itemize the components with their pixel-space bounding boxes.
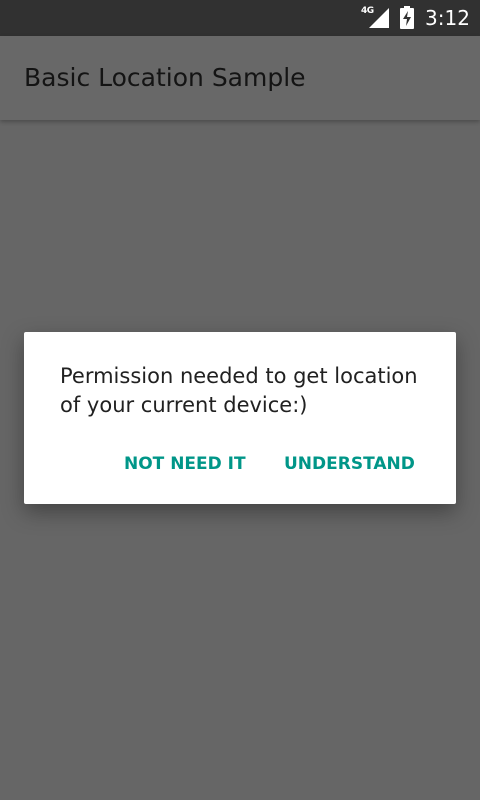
status-bar: 4G 3:12 [0,0,480,36]
status-clock: 3:12 [425,6,470,30]
battery-charging-icon [400,6,414,29]
cell-signal-icon [369,8,389,28]
toolbar-title: Basic Location Sample [24,63,306,92]
understand-button[interactable]: UNDERSTAND [284,446,415,482]
app-toolbar: Basic Location Sample [0,36,480,120]
permission-dialog: Permission needed to get location of you… [24,332,456,504]
dialog-message: Permission needed to get location of you… [60,364,418,417]
not-need-it-button[interactable]: NOT NEED IT [124,446,246,482]
